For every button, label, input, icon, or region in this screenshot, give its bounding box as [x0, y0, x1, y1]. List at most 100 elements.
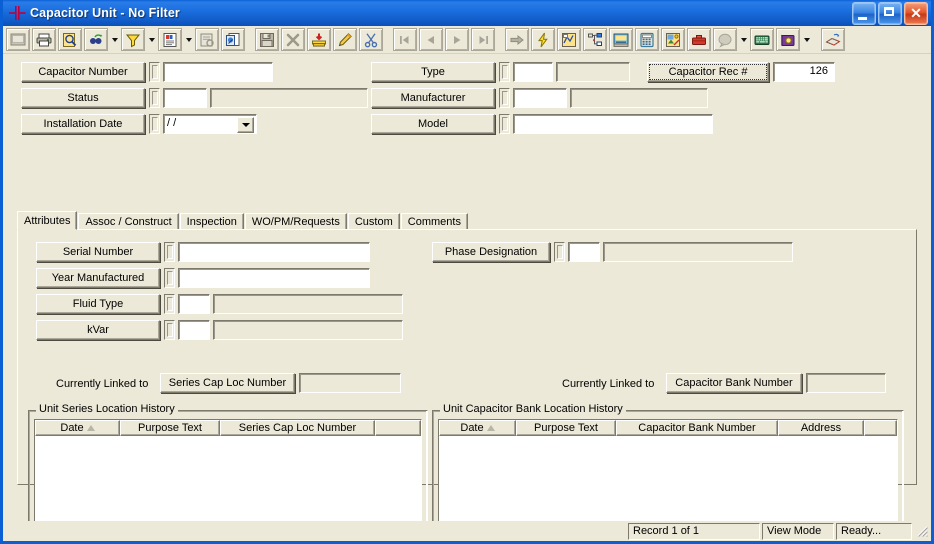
tab-assoc-construct[interactable]: Assoc / Construct	[78, 213, 179, 230]
phase-designation-indicator[interactable]	[554, 242, 565, 262]
bank-history-grid[interactable]: Date Purpose Text Capacitor Bank Number …	[438, 419, 898, 521]
year-manufactured-indicator[interactable]	[164, 268, 175, 288]
calculator-icon[interactable]	[635, 28, 659, 51]
first-record-icon[interactable]	[393, 28, 417, 51]
fluid-type-label[interactable]: Fluid Type	[36, 294, 160, 314]
tab-custom[interactable]: Custom	[347, 213, 400, 230]
group-unit-series-location-history: Unit Series Location History Date Purpos…	[28, 403, 428, 521]
fluid-type-description-field	[213, 294, 403, 314]
book-icon[interactable]	[776, 28, 800, 51]
capacitor-rec-number-label[interactable]: Capacitor Rec #	[647, 62, 769, 82]
cut-icon[interactable]	[359, 28, 383, 51]
model-input[interactable]	[513, 114, 713, 134]
year-manufactured-label[interactable]: Year Manufactured	[36, 268, 160, 288]
column-header-capacitor-bank-number[interactable]: Capacitor Bank Number	[616, 420, 778, 436]
save-icon[interactable]	[255, 28, 279, 51]
type-indicator[interactable]	[499, 62, 510, 82]
close-button[interactable]: ✕	[904, 1, 928, 25]
capacitor-bank-number-button[interactable]: Capacitor Bank Number	[666, 373, 802, 393]
column-header-purpose-text[interactable]: Purpose Text	[516, 420, 616, 436]
help-dropdown-arrow[interactable]	[738, 28, 749, 51]
installation-date-label[interactable]: Installation Date	[21, 114, 145, 134]
model-indicator[interactable]	[499, 114, 510, 134]
installation-date-input[interactable]: / /	[163, 114, 257, 134]
lightning-icon[interactable]	[531, 28, 555, 51]
report-icon[interactable]	[158, 28, 182, 51]
tab-attributes[interactable]: Attributes	[17, 211, 78, 230]
capacitor-number-label[interactable]: Capacitor Number	[21, 62, 145, 82]
image-icon[interactable]	[661, 28, 685, 51]
maximize-button[interactable]	[878, 1, 902, 25]
kvar-code-input[interactable]	[178, 320, 210, 340]
series-history-grid-body[interactable]	[35, 436, 421, 521]
resize-grip-icon[interactable]	[915, 524, 929, 538]
next-record-icon[interactable]	[445, 28, 469, 51]
bank-link-prefix-label: Currently Linked to	[562, 378, 655, 390]
status-label[interactable]: Status	[21, 88, 145, 108]
map-icon[interactable]	[821, 28, 845, 51]
find-icon[interactable]	[84, 28, 108, 51]
kvar-label[interactable]: kVar	[36, 320, 160, 340]
previous-record-icon[interactable]	[419, 28, 443, 51]
fluid-type-code-input[interactable]	[178, 294, 210, 314]
column-header-purpose-text[interactable]: Purpose Text	[120, 420, 220, 436]
year-manufactured-input[interactable]	[178, 268, 370, 288]
capacitor-number-indicator[interactable]	[149, 62, 160, 82]
keyboard-icon[interactable]	[750, 28, 774, 51]
manufacturer-label[interactable]: Manufacturer	[371, 88, 495, 108]
bank-history-grid-body[interactable]	[439, 436, 897, 521]
manufacturer-indicator[interactable]	[499, 88, 510, 108]
hierarchy-icon[interactable]	[583, 28, 607, 51]
field-status: Status	[21, 88, 368, 108]
filter-dropdown-arrow[interactable]	[146, 28, 157, 51]
column-header-date[interactable]: Date	[439, 420, 516, 436]
column-header-address[interactable]: Address	[778, 420, 864, 436]
column-header-blank[interactable]	[864, 420, 897, 436]
edit-icon[interactable]	[333, 28, 357, 51]
workstation-icon[interactable]	[609, 28, 633, 51]
window-controls: ✕	[852, 1, 929, 25]
column-header-series-cap-loc-number[interactable]: Series Cap Loc Number	[220, 420, 375, 436]
window-title: Capacitor Unit - No Filter	[30, 6, 852, 20]
type-label[interactable]: Type	[371, 62, 495, 82]
phase-designation-code-input[interactable]	[568, 242, 600, 262]
book-dropdown-arrow[interactable]	[801, 28, 812, 51]
series-history-grid[interactable]: Date Purpose Text Series Cap Loc Number …	[34, 419, 422, 521]
print-icon[interactable]	[32, 28, 56, 51]
phase-designation-label[interactable]: Phase Designation	[432, 242, 550, 262]
tab-inspection[interactable]: Inspection	[179, 213, 244, 230]
column-header-date[interactable]: Date	[35, 420, 120, 436]
status-code-input[interactable]	[163, 88, 207, 108]
post-icon[interactable]	[307, 28, 331, 51]
toolbox-icon[interactable]	[687, 28, 711, 51]
find-dropdown-arrow[interactable]	[109, 28, 120, 51]
diagram-icon[interactable]	[557, 28, 581, 51]
help-balloon-icon[interactable]	[713, 28, 737, 51]
manufacturer-code-input[interactable]	[513, 88, 567, 108]
delete-icon[interactable]	[281, 28, 305, 51]
copy-record-icon[interactable]	[221, 28, 245, 51]
type-code-input[interactable]	[513, 62, 553, 82]
column-header-blank[interactable]	[375, 420, 421, 436]
series-cap-loc-number-button[interactable]: Series Cap Loc Number	[160, 373, 295, 393]
last-record-icon[interactable]	[471, 28, 495, 51]
filter-icon[interactable]	[121, 28, 145, 51]
kvar-indicator[interactable]	[164, 320, 175, 340]
minimize-button[interactable]	[852, 1, 876, 25]
serial-number-input[interactable]	[178, 242, 370, 262]
installation-date-indicator[interactable]	[149, 114, 160, 134]
screen-view-icon[interactable]	[6, 28, 30, 51]
tab-wo-pm-requests[interactable]: WO/PM/Requests	[244, 213, 347, 230]
capacitor-number-input[interactable]	[163, 62, 273, 82]
properties-icon[interactable]	[195, 28, 219, 51]
chevron-down-icon[interactable]	[237, 117, 254, 133]
serial-number-indicator[interactable]	[164, 242, 175, 262]
status-indicator[interactable]	[149, 88, 160, 108]
goto-record-icon[interactable]	[505, 28, 529, 51]
report-dropdown-arrow[interactable]	[183, 28, 194, 51]
print-preview-icon[interactable]	[58, 28, 82, 51]
model-label[interactable]: Model	[371, 114, 495, 134]
tab-comments[interactable]: Comments	[400, 213, 468, 230]
fluid-type-indicator[interactable]	[164, 294, 175, 314]
serial-number-label[interactable]: Serial Number	[36, 242, 160, 262]
